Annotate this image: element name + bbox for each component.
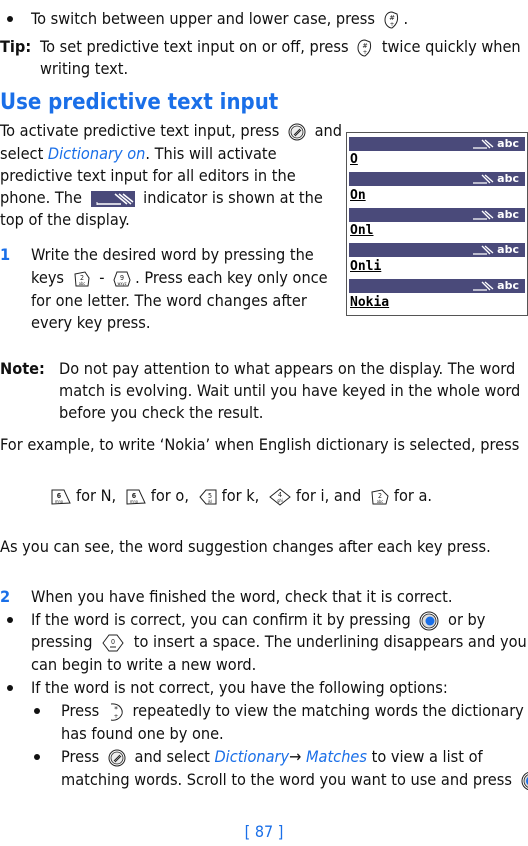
intro-line-2: select Dictionary on. This will activate [0, 144, 277, 163]
tip-label: Tip: [0, 37, 32, 56]
star-key-icon: * + [108, 702, 124, 722]
svg-text:+: + [114, 713, 119, 720]
note-line: Do not pay attention to what appears on … [59, 359, 516, 378]
tip-line: To set predictive text input on or off, … [40, 37, 521, 57]
svg-text:mno: mno [55, 499, 63, 504]
tip-line-2: writing text. [40, 59, 129, 78]
menu-dictionary-on: Dictionary on [47, 144, 146, 163]
phone-status-bar: abc [349, 137, 525, 151]
phone-word: Onl [350, 223, 374, 238]
section-heading: Use predictive text input [0, 90, 279, 115]
intro-line-3: predictive text input for all editors in… [0, 166, 296, 185]
phone-status-bar: abc [349, 279, 525, 293]
predictive-indicator-icon [90, 190, 135, 207]
sub-bullet2-line1: Press and select Dictionary→ Matches to … [61, 747, 483, 767]
sub-bullet2-line2: matching words. Scroll to the word you w… [61, 769, 528, 791]
sub-bullet1-line1: Press * + repeatedly to view the matching… [61, 701, 524, 722]
phone-status-bar: abc [349, 243, 525, 257]
phone-status-bar: abc [349, 172, 525, 186]
bullet [7, 685, 13, 691]
step2-bullet1-line2: pressing 0 to insert a space. The underl… [31, 632, 527, 653]
key-4-icon: 4 ghi [268, 487, 292, 507]
key-6-icon: 6 mno [125, 488, 147, 506]
menu-arrow: → [289, 747, 302, 766]
sub-bullet1-line2: has found one by one. [61, 724, 224, 743]
step1-line-4: every key press. [31, 313, 151, 332]
step1-line-1: Write the desired word by pressing the [31, 245, 314, 264]
key-sequence: 6 mno for N, 6 mno for o, 5 jkl for k, 4 ghi for… [46, 485, 432, 507]
hash-key-icon: # + [357, 38, 373, 57]
step2-bullet1-line1: If the word is correct, you can confirm … [31, 610, 486, 631]
key-2-icon: 2 abc [73, 270, 91, 288]
intro-line-5: top of the display. [0, 210, 130, 229]
phone-screen-illustration: abc O abc On abc Onl abc Onli abc Nokia [346, 132, 528, 316]
bullet-line: To switch between upper and lower case, … [31, 9, 409, 29]
key-5-icon: 5 jkl [198, 488, 218, 506]
step2-line: When you have finished the word, check t… [31, 587, 453, 606]
joystick-key-icon [419, 611, 439, 631]
bullet [34, 708, 40, 714]
step2-bullet2: If the word is not correct, you have the… [31, 678, 448, 697]
example-after: As you can see, the word suggestion chan… [0, 537, 491, 556]
bullet [34, 754, 40, 760]
key-2-icon: 2 abc [370, 488, 390, 506]
step1-line-2: keys 2 abc - 9 wxyz. Press each key only o… [31, 268, 328, 288]
svg-text:+: + [363, 49, 368, 56]
step-number-1: 1 [0, 245, 11, 264]
step2-bullet1-line3: can begin to write a new word. [31, 655, 257, 674]
phone-word: Nokia [350, 295, 390, 310]
key-0-icon: 0 [101, 633, 125, 653]
svg-text:mno: mno [130, 499, 138, 504]
menu-dictionary: Dictionary [214, 747, 290, 766]
note-label: Note: [0, 359, 45, 378]
edit-key-icon [108, 749, 126, 767]
joystick-select-icon [521, 771, 528, 791]
svg-text:abc: abc [78, 281, 84, 286]
edit-key-icon [288, 123, 306, 141]
note-line: before you check the result. [59, 403, 264, 422]
phone-word: Onli [350, 259, 382, 274]
phone-word: O [350, 152, 358, 167]
key-6-icon: 6 mno [50, 488, 72, 506]
example-intro: For example, to write ‘Nokia’ when Engli… [0, 435, 520, 454]
step1-line-3: for one letter. The word changes after [31, 291, 307, 310]
page-number: [ 87 ] [244, 822, 284, 841]
svg-text:ghi: ghi [277, 498, 283, 503]
phone-status-bar: abc [349, 208, 525, 222]
svg-text:+: + [389, 21, 394, 28]
svg-text:0: 0 [111, 638, 115, 646]
key-9-icon: 9 wxyz [113, 270, 131, 288]
bullet [7, 617, 13, 623]
intro-line-1: To activate predictive text input, press… [0, 121, 342, 141]
bullet [7, 16, 13, 22]
menu-matches: Matches [305, 747, 367, 766]
intro-line-4: phone. The indicator is shown at the [0, 188, 323, 207]
hash-key-icon: # + [384, 10, 400, 29]
svg-text:wxyz: wxyz [118, 281, 127, 286]
svg-text:jkl: jkl [207, 499, 212, 504]
note-line: match is evolving. Wait until you have k… [59, 381, 521, 400]
step-number-2: 2 [0, 587, 11, 606]
phone-word: On [350, 188, 366, 203]
svg-text:abc: abc [377, 499, 383, 504]
